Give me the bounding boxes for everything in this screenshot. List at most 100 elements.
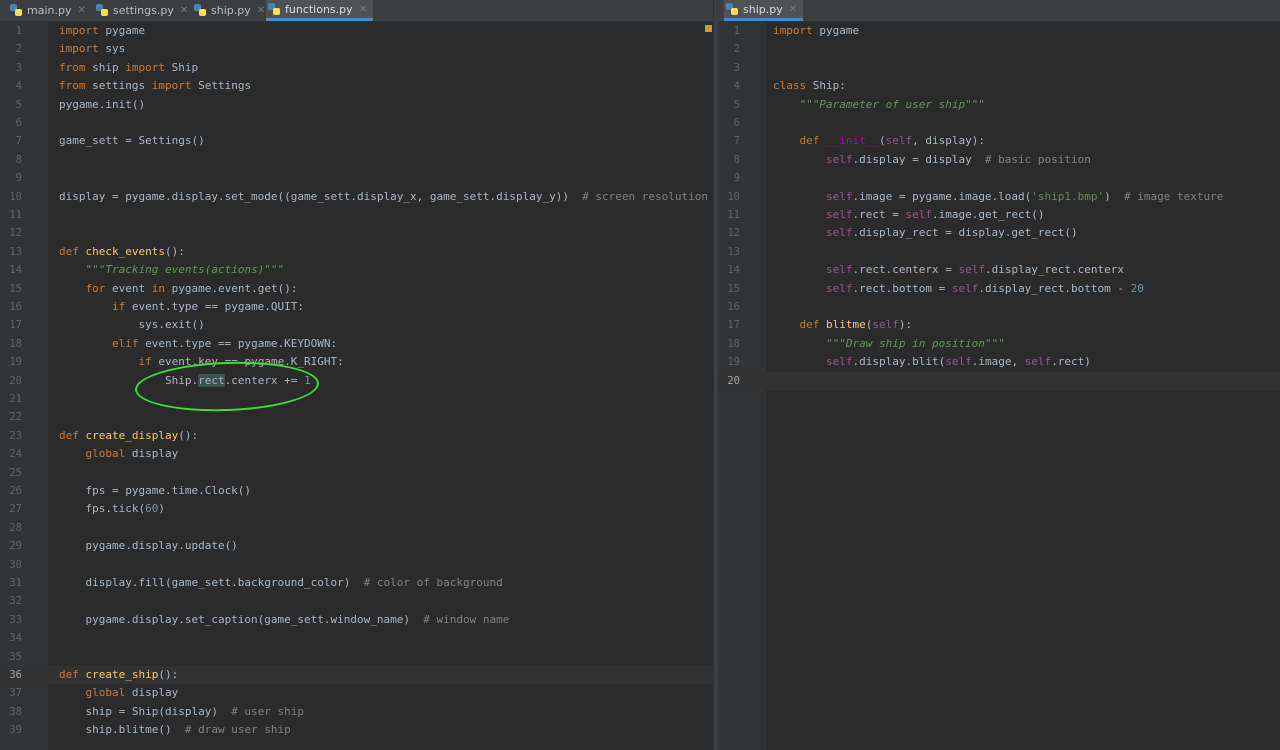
code-line[interactable]: 4 from settings import Settings bbox=[0, 77, 713, 95]
code-line[interactable]: 3 from ship import Ship bbox=[0, 59, 713, 77]
code-text[interactable]: self.display = display # basic position bbox=[773, 151, 1091, 169]
code-line[interactable]: 26 fps = pygame.time.Clock() bbox=[0, 482, 713, 500]
warning-marker-icon[interactable] bbox=[705, 25, 712, 32]
code-line[interactable]: 20 Ship.rect.centerx += 1 bbox=[0, 372, 713, 390]
code-text[interactable]: if event.type == pygame.QUIT: bbox=[59, 298, 304, 316]
code-line[interactable]: 10 display = pygame.display.set_mode((gam… bbox=[0, 188, 713, 206]
code-line[interactable]: 10 self.image = pygame.image.load('ship1… bbox=[718, 188, 1280, 206]
code-text[interactable]: self.rect = self.image.get_rect() bbox=[773, 206, 1045, 224]
code-line[interactable]: 27 fps.tick(60) bbox=[0, 500, 713, 518]
code-text[interactable]: def create_display(): bbox=[59, 427, 198, 445]
code-line[interactable]: 12 self.display_rect = display.get_rect(… bbox=[718, 224, 1280, 242]
code-text[interactable]: for event in pygame.event.get(): bbox=[59, 280, 298, 298]
code-line[interactable]: 18 elif event.type == pygame.KEYDOWN: bbox=[0, 335, 713, 353]
code-line[interactable]: 21 bbox=[0, 390, 713, 408]
code-line[interactable]: 14 """Tracking events(actions)""" bbox=[0, 261, 713, 279]
code-line[interactable]: 12 bbox=[0, 224, 713, 242]
code-text[interactable]: display = pygame.display.set_mode((game_… bbox=[59, 188, 708, 206]
code-text[interactable]: def create_ship(): bbox=[59, 666, 178, 684]
code-line[interactable]: 16 bbox=[718, 298, 1280, 316]
code-text[interactable]: self.display_rect = display.get_rect() bbox=[773, 224, 1078, 242]
close-icon[interactable]: ✕ bbox=[180, 5, 188, 16]
code-text[interactable]: self.image = pygame.image.load('ship1.bm… bbox=[773, 188, 1223, 206]
code-line[interactable]: 1 import pygame bbox=[718, 22, 1280, 40]
code-line[interactable]: 6 bbox=[0, 114, 713, 132]
code-line[interactable]: 31 display.fill(game_sett.background_col… bbox=[0, 574, 713, 592]
code-text[interactable]: game_sett = Settings() bbox=[59, 132, 205, 150]
code-line[interactable]: 38 ship = Ship(display) # user ship bbox=[0, 703, 713, 721]
code-text[interactable]: sys.exit() bbox=[59, 316, 204, 334]
code-text[interactable]: fps.tick(60) bbox=[59, 500, 164, 518]
code-line[interactable]: 2 bbox=[718, 40, 1280, 58]
code-line[interactable]: 7 game_sett = Settings() bbox=[0, 132, 713, 150]
code-text[interactable]: ship = Ship(display) # user ship bbox=[59, 703, 304, 721]
code-line[interactable]: 6 bbox=[718, 114, 1280, 132]
code-text[interactable]: self.rect.bottom = self.display_rect.bot… bbox=[773, 280, 1144, 298]
tab-ship-py[interactable]: ship.py ✕ bbox=[192, 0, 265, 21]
tab-functions-py[interactable]: functions.py ✕ bbox=[266, 0, 374, 21]
code-line[interactable]: 9 bbox=[0, 169, 713, 187]
code-text[interactable]: from ship import Ship bbox=[59, 59, 198, 77]
tab-ship-py-right[interactable]: ship.py ✕ bbox=[724, 0, 804, 21]
code-line[interactable]: 34 bbox=[0, 629, 713, 647]
code-line[interactable]: 15 for event in pygame.event.get(): bbox=[0, 280, 713, 298]
code-text[interactable]: self.display.blit(self.image, self.rect) bbox=[773, 353, 1091, 371]
code-line[interactable]: 9 bbox=[718, 169, 1280, 187]
code-line[interactable]: 30 bbox=[0, 556, 713, 574]
tab-main-py[interactable]: main.py ✕ bbox=[8, 0, 86, 21]
code-line[interactable]: 5 pygame.init() bbox=[0, 96, 713, 114]
code-text[interactable]: self.rect.centerx = self.display_rect.ce… bbox=[773, 261, 1124, 279]
close-icon[interactable]: ✕ bbox=[257, 5, 265, 16]
code-line[interactable]: 8 bbox=[0, 151, 713, 169]
close-icon[interactable]: ✕ bbox=[359, 4, 367, 15]
code-line[interactable]: 36 def create_ship(): bbox=[0, 666, 713, 685]
close-icon[interactable]: ✕ bbox=[77, 5, 85, 16]
code-line[interactable]: 19 self.display.blit(self.image, self.re… bbox=[718, 353, 1280, 371]
code-text[interactable]: global display bbox=[59, 445, 179, 463]
code-line[interactable]: 1 import pygame bbox=[0, 22, 713, 40]
code-line[interactable]: 11 bbox=[0, 206, 713, 224]
code-text[interactable]: from settings import Settings bbox=[59, 77, 251, 95]
code-line[interactable]: 14 self.rect.centerx = self.display_rect… bbox=[718, 261, 1280, 279]
code-line[interactable]: 15 self.rect.bottom = self.display_rect.… bbox=[718, 280, 1280, 298]
code-line[interactable]: 23 def create_display(): bbox=[0, 427, 713, 445]
code-text[interactable]: elif event.type == pygame.KEYDOWN: bbox=[59, 335, 337, 353]
code-text[interactable]: pygame.display.set_caption(game_sett.win… bbox=[59, 611, 509, 629]
code-line[interactable]: 24 global display bbox=[0, 445, 713, 463]
code-line[interactable]: 17 sys.exit() bbox=[0, 316, 713, 334]
code-line[interactable]: 8 self.display = display # basic positio… bbox=[718, 151, 1280, 169]
code-editor[interactable]: 1 import pygame 2 3 4 class Ship: 5 """Paramet… bbox=[718, 22, 1280, 750]
code-line[interactable]: 2 import sys bbox=[0, 40, 713, 58]
code-line[interactable]: 13 def check_events(): bbox=[0, 243, 713, 261]
close-icon[interactable]: ✕ bbox=[789, 4, 797, 15]
code-line[interactable]: 4 class Ship: bbox=[718, 77, 1280, 95]
code-text[interactable]: def __init__(self, display): bbox=[773, 132, 985, 150]
code-text[interactable]: class Ship: bbox=[773, 77, 846, 95]
code-text[interactable]: import pygame bbox=[773, 22, 859, 40]
code-line[interactable]: 25 bbox=[0, 464, 713, 482]
code-line[interactable]: 22 bbox=[0, 408, 713, 426]
code-editor[interactable]: 1 import pygame 2 import sys 3 from ship impo… bbox=[0, 22, 713, 750]
code-line[interactable]: 7 def __init__(self, display): bbox=[718, 132, 1280, 150]
code-text[interactable]: import sys bbox=[59, 40, 125, 58]
code-line[interactable]: 29 pygame.display.update() bbox=[0, 537, 713, 555]
code-text[interactable]: pygame.init() bbox=[59, 96, 145, 114]
code-line[interactable]: 18 """Draw ship in position""" bbox=[718, 335, 1280, 353]
code-text[interactable]: ship.blitme() # draw user ship bbox=[59, 721, 290, 739]
code-line[interactable]: 3 bbox=[718, 59, 1280, 77]
code-line[interactable]: 28 bbox=[0, 519, 713, 537]
code-line[interactable]: 11 self.rect = self.image.get_rect() bbox=[718, 206, 1280, 224]
code-text[interactable]: def check_events(): bbox=[59, 243, 185, 261]
code-line[interactable]: 5 """Parameter of user ship""" bbox=[718, 96, 1280, 114]
code-text[interactable]: """Draw ship in position""" bbox=[773, 335, 1005, 353]
code-text[interactable]: global display bbox=[59, 684, 179, 702]
code-text[interactable]: """Parameter of user ship""" bbox=[773, 96, 985, 114]
code-line[interactable]: 13 bbox=[718, 243, 1280, 261]
code-text[interactable]: """Tracking events(actions)""" bbox=[59, 261, 285, 279]
code-line[interactable]: 16 if event.type == pygame.QUIT: bbox=[0, 298, 713, 316]
code-line[interactable]: 37 global display bbox=[0, 684, 713, 702]
code-line[interactable]: 33 pygame.display.set_caption(game_sett.… bbox=[0, 611, 713, 629]
code-line[interactable]: 35 bbox=[0, 648, 713, 666]
code-text[interactable]: pygame.display.update() bbox=[59, 537, 237, 555]
code-text[interactable]: display.fill(game_sett.background_color)… bbox=[59, 574, 502, 592]
